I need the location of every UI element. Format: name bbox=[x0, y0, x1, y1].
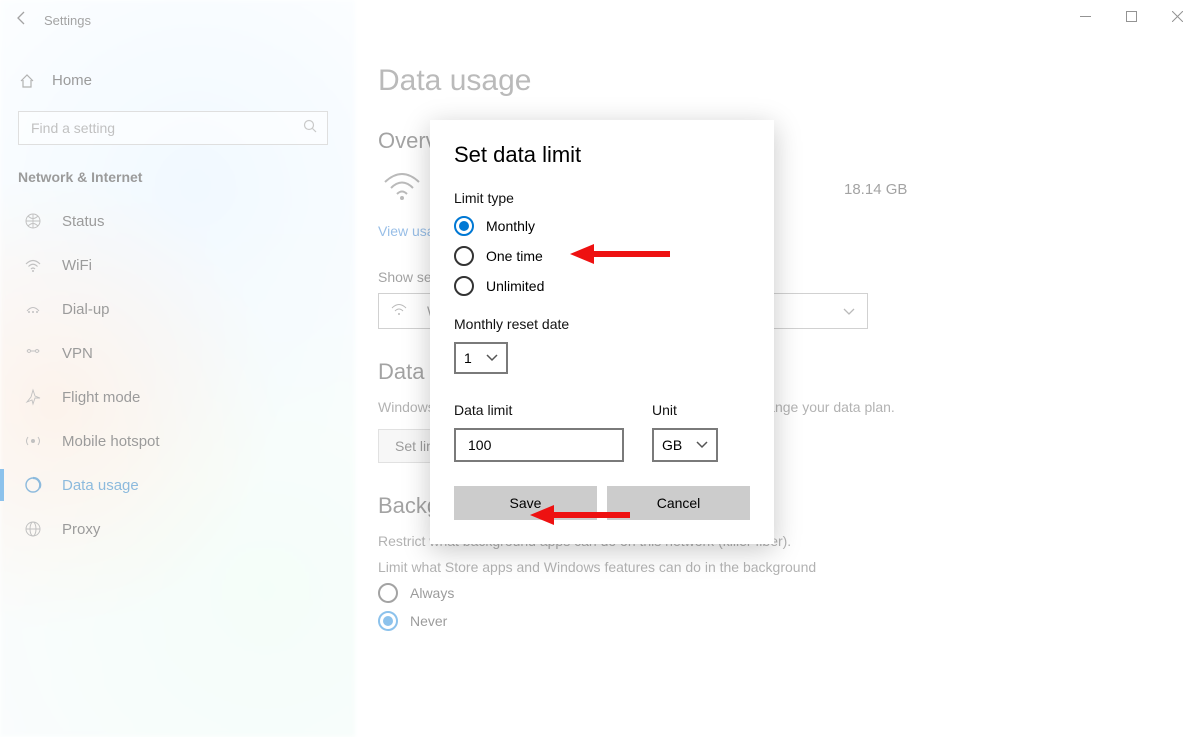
data-limit-field[interactable] bbox=[466, 436, 612, 454]
unit-label: Unit bbox=[652, 402, 718, 418]
radio-icon bbox=[454, 246, 474, 266]
home-icon bbox=[18, 73, 36, 89]
set-data-limit-dialog: Set data limit Limit type Monthly One ti… bbox=[430, 120, 774, 544]
sidebar-item-status[interactable]: Status bbox=[18, 199, 337, 243]
sidebar-item-label: Dial-up bbox=[62, 301, 110, 318]
sidebar-item-label: Mobile hotspot bbox=[62, 433, 160, 450]
sidebar-item-label: Flight mode bbox=[62, 389, 140, 406]
sidebar-item-label: Data usage bbox=[62, 477, 139, 494]
radio-label: Always bbox=[410, 585, 454, 601]
vpn-icon bbox=[22, 344, 44, 362]
limit-type-label: Limit type bbox=[454, 190, 750, 206]
reset-date-select[interactable]: 1 bbox=[454, 342, 508, 374]
chevron-down-icon bbox=[843, 303, 855, 319]
limit-type-monthly[interactable]: Monthly bbox=[454, 216, 750, 236]
sidebar-home-label: Home bbox=[52, 72, 92, 89]
hotspot-icon bbox=[22, 432, 44, 450]
save-button[interactable]: Save bbox=[454, 486, 597, 520]
sidebar-item-data-usage[interactable]: Data usage bbox=[18, 463, 337, 507]
globe-icon bbox=[22, 212, 44, 230]
back-button[interactable] bbox=[0, 10, 44, 30]
window-controls bbox=[1062, 0, 1200, 32]
chevron-down-icon bbox=[696, 441, 708, 449]
bg-option-always[interactable]: Always bbox=[378, 583, 1180, 603]
bg-limit-label: Limit what Store apps and Windows featur… bbox=[378, 559, 898, 575]
sidebar-item-wifi[interactable]: WiFi bbox=[18, 243, 337, 287]
minimize-button[interactable] bbox=[1062, 0, 1108, 32]
sidebar-section-heading: Network & Internet bbox=[18, 169, 337, 185]
unit-value: GB bbox=[662, 437, 682, 453]
search-field[interactable] bbox=[29, 119, 289, 137]
sidebar-nav: Status WiFi Dial-up VPN Flight mode Mobi… bbox=[18, 199, 337, 551]
titlebar: Settings bbox=[0, 0, 1200, 40]
radio-label: Never bbox=[410, 613, 447, 629]
dialog-title: Set data limit bbox=[454, 142, 750, 168]
data-limit-input[interactable] bbox=[454, 428, 624, 462]
wifi-small-icon bbox=[391, 303, 407, 320]
data-usage-icon bbox=[22, 476, 44, 494]
sidebar-home[interactable]: Home bbox=[18, 72, 337, 89]
wifi-icon bbox=[22, 256, 44, 274]
radio-icon bbox=[454, 276, 474, 296]
radio-label: Monthly bbox=[486, 218, 535, 234]
sidebar-item-vpn[interactable]: VPN bbox=[18, 331, 337, 375]
reset-date-label: Monthly reset date bbox=[454, 316, 750, 332]
radio-label: Unlimited bbox=[486, 278, 544, 294]
wifi-large-icon bbox=[378, 168, 426, 211]
sidebar-item-label: Proxy bbox=[62, 521, 100, 538]
radio-label: One time bbox=[486, 248, 543, 264]
limit-type-one-time[interactable]: One time bbox=[454, 246, 750, 266]
dialup-icon bbox=[22, 300, 44, 318]
sidebar-item-label: Status bbox=[62, 213, 105, 230]
cancel-button[interactable]: Cancel bbox=[607, 486, 750, 520]
radio-selected-icon bbox=[454, 216, 474, 236]
airplane-icon bbox=[22, 388, 44, 406]
unit-select[interactable]: GB bbox=[652, 428, 718, 462]
bg-option-never[interactable]: Never bbox=[378, 611, 1180, 631]
window-title: Settings bbox=[44, 13, 91, 28]
sidebar-item-proxy[interactable]: Proxy bbox=[18, 507, 337, 551]
chevron-down-icon bbox=[486, 354, 498, 362]
sidebar-item-label: VPN bbox=[62, 345, 93, 362]
search-icon bbox=[303, 119, 317, 138]
proxy-icon bbox=[22, 520, 44, 538]
reset-date-value: 1 bbox=[464, 350, 472, 366]
usage-value: 18.14 GB bbox=[844, 181, 907, 198]
sidebar-item-dialup[interactable]: Dial-up bbox=[18, 287, 337, 331]
radio-icon bbox=[378, 583, 398, 603]
maximize-button[interactable] bbox=[1108, 0, 1154, 32]
data-limit-label: Data limit bbox=[454, 402, 624, 418]
sidebar-item-label: WiFi bbox=[62, 257, 92, 274]
sidebar-item-flight-mode[interactable]: Flight mode bbox=[18, 375, 337, 419]
search-input[interactable] bbox=[18, 111, 328, 145]
radio-icon bbox=[378, 611, 398, 631]
page-title: Data usage bbox=[378, 64, 1180, 98]
sidebar-item-mobile-hotspot[interactable]: Mobile hotspot bbox=[18, 419, 337, 463]
sidebar: Home Network & Internet Status WiFi Dial… bbox=[0, 40, 355, 737]
limit-type-unlimited[interactable]: Unlimited bbox=[454, 276, 750, 296]
close-button[interactable] bbox=[1154, 0, 1200, 32]
